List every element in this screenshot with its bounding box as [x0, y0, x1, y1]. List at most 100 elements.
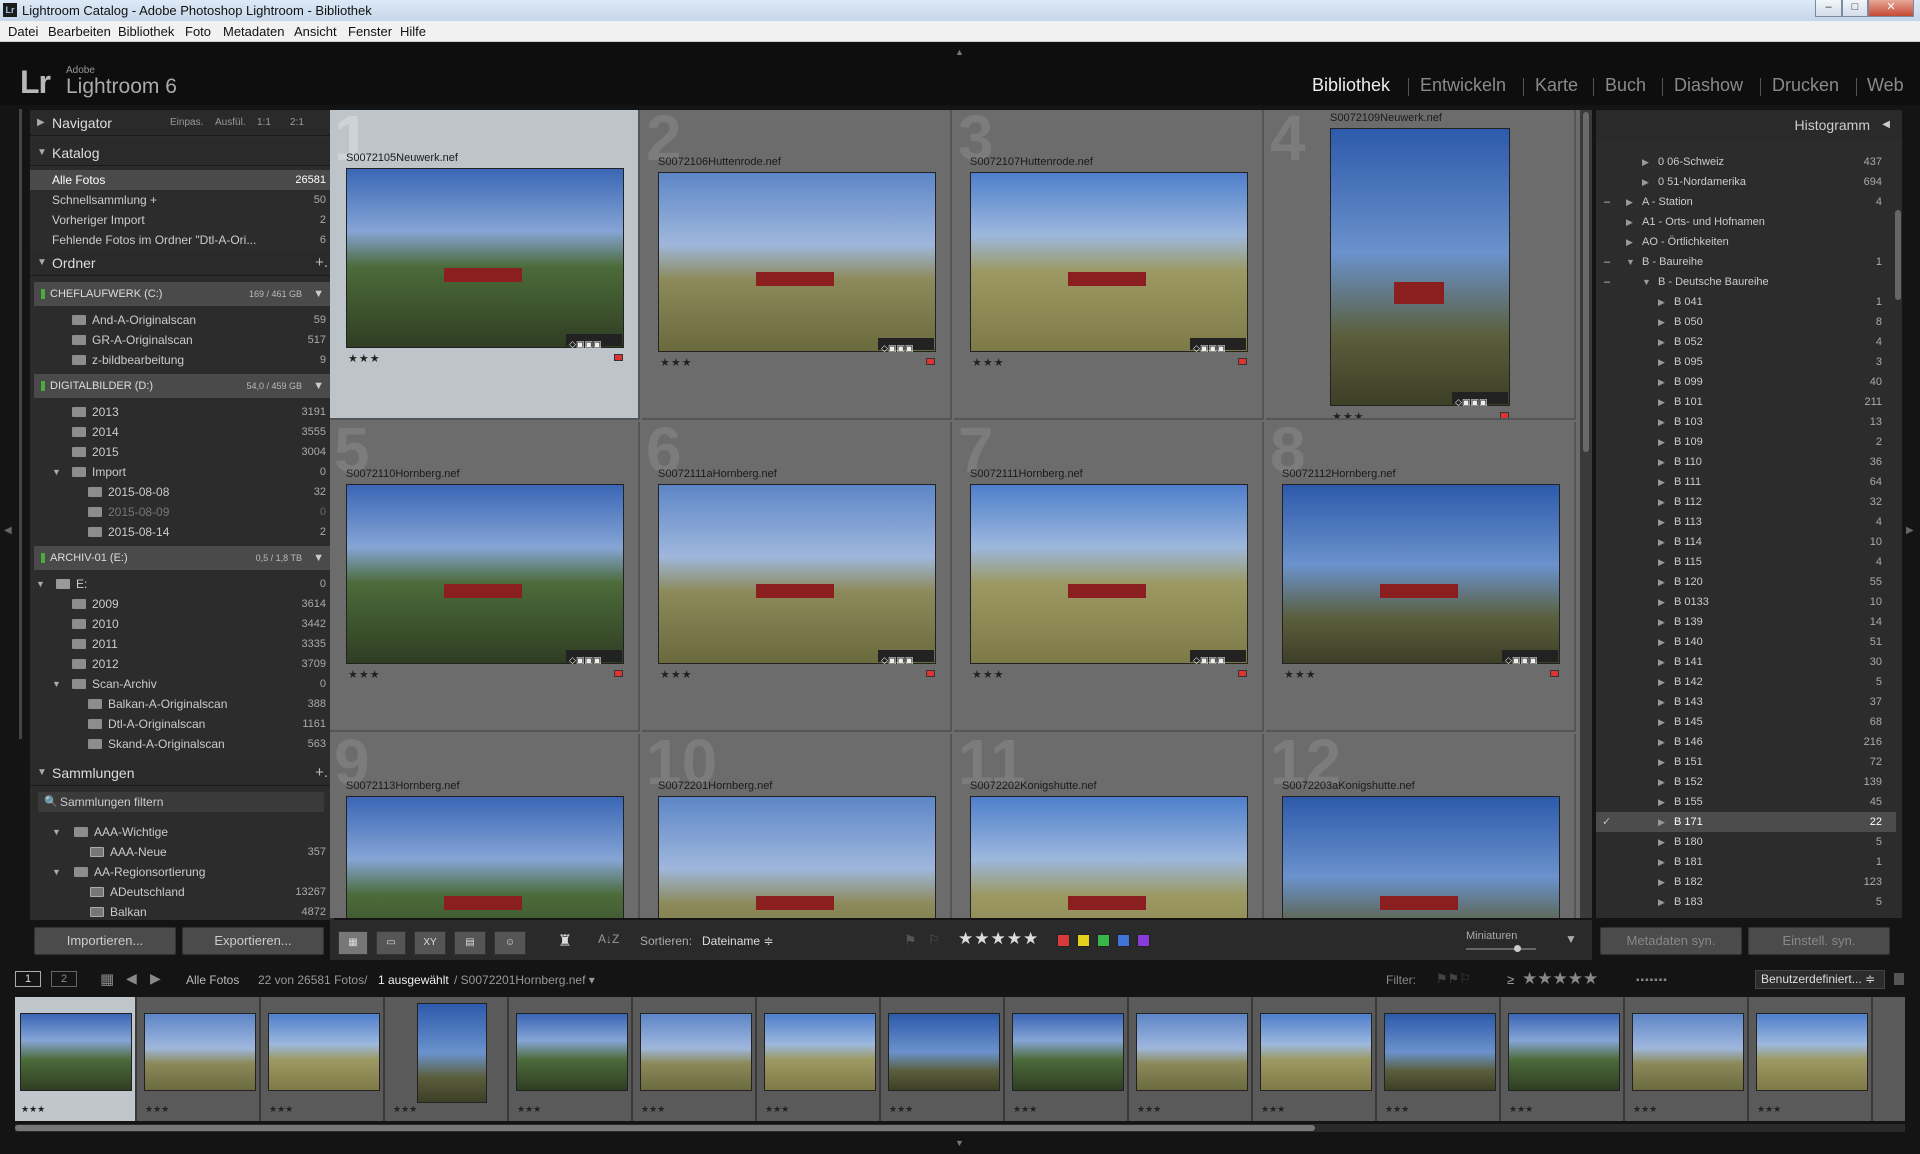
grid-cell[interactable]: 9S0072113Hornberg.nef◇▣▣▣ — [330, 734, 640, 918]
folder-item[interactable]: 2015-08-14 2 — [30, 522, 334, 542]
color-label-red[interactable] — [1057, 934, 1070, 947]
keyword-item[interactable]: ▶ B 181 1 — [1596, 852, 1896, 872]
filmstrip-photo[interactable] — [640, 1013, 752, 1091]
collapsed-triangle-icon[interactable]: ▶ — [1658, 412, 1665, 432]
window-1-button[interactable]: 1 — [15, 971, 41, 987]
cell-rating[interactable]: ★★★ — [1284, 668, 1317, 681]
sync-metadata-button[interactable]: Metadaten syn. — [1600, 927, 1742, 955]
filmstrip-photo[interactable] — [268, 1013, 380, 1091]
photo-thumbnail[interactable] — [658, 796, 936, 918]
catalog-header[interactable]: ▼ Katalog — [30, 140, 334, 166]
keyword-item[interactable]: ▶ B 110 36 — [1596, 452, 1896, 472]
collapsed-triangle-icon[interactable]: ▶ — [1658, 872, 1665, 892]
menu-foto[interactable]: Foto — [185, 21, 211, 42]
keyword-item[interactable]: ▶ B 052 4 — [1596, 332, 1896, 352]
keyword-item[interactable]: ▶ B 115 4 — [1596, 552, 1896, 572]
grid-cell[interactable]: 1 S0072105Neuwerk.nef ◇▣▣▣ ★★★ — [330, 110, 640, 420]
volume-header[interactable]: CHEFLAUFWERK (C:) 169 / 461 GB ▼ — [34, 282, 330, 306]
folder-item[interactable]: 2009 3614 — [30, 594, 334, 614]
folder-item[interactable]: 2015-08-09 0 — [30, 502, 334, 522]
expanded-triangle-icon[interactable]: ▼ — [52, 674, 61, 694]
thumbnail-badges[interactable]: ◇▣▣▣ — [566, 650, 622, 665]
folder-item[interactable]: ▼ E: 0 — [30, 574, 334, 594]
collapsed-triangle-icon[interactable]: ▶ — [1626, 212, 1633, 232]
grid-cell[interactable]: 7 S0072111Hornberg.nef ◇▣▣▣ ★★★ — [954, 422, 1264, 732]
filmstrip-thumbnail[interactable]: ★★★ — [1379, 997, 1501, 1121]
keyword-item[interactable]: ▶ AO - Örtlichkeiten — [1596, 232, 1896, 252]
collapsed-triangle-icon[interactable]: ▶ — [1658, 332, 1665, 352]
expanded-triangle-icon[interactable]: ▼ — [52, 462, 61, 482]
histogram-header[interactable]: Histogramm ◀ — [1596, 110, 1902, 140]
minus-icon[interactable]: – — [1604, 272, 1610, 292]
cell-rating[interactable]: ★★★ — [348, 352, 381, 365]
filter-lock-icon[interactable] — [1894, 973, 1904, 985]
module-karte[interactable]: Karte — [1535, 75, 1578, 96]
color-label-red-icon[interactable] — [614, 670, 623, 677]
nav-2-1[interactable]: 2:1 — [290, 110, 304, 136]
keyword-item[interactable]: ▶ A1 - Orts- und Hofnamen — [1596, 212, 1896, 232]
cell-rating[interactable]: ★★★ — [660, 668, 693, 681]
thumbnail-badges[interactable]: ◇▣▣▣ — [1190, 650, 1246, 665]
keyword-item[interactable]: ▶ B 183 5 — [1596, 892, 1896, 912]
cell-rating[interactable]: ★★★ — [972, 668, 1005, 681]
keyword-item[interactable]: ▶ 0 51-Nordamerika 694 — [1596, 172, 1896, 192]
collapsed-triangle-icon[interactable]: ▶ — [1658, 292, 1665, 312]
collapse-left-icon[interactable]: ◀ — [4, 525, 12, 536]
collapsed-triangle-icon[interactable]: ▶ — [1658, 732, 1665, 752]
menu-fenster[interactable]: Fenster — [348, 21, 392, 42]
slider-thumb[interactable] — [1514, 945, 1521, 952]
keyword-item[interactable]: ▶ B 155 45 — [1596, 792, 1896, 812]
filmstrip-photo[interactable] — [20, 1013, 132, 1091]
folder-item[interactable]: 2010 3442 — [30, 614, 334, 634]
collection-item[interactable]: ADeutschland 13267 — [30, 882, 334, 902]
filmstrip-source[interactable]: Alle Fotos — [186, 973, 239, 987]
navigator-header[interactable]: ▶ Navigator Einpas. Ausfül. 1:1 2:1 — [30, 110, 334, 136]
filmstrip-thumbnail[interactable]: ★★★ — [139, 997, 261, 1121]
expanded-triangle-icon[interactable]: ▼ — [52, 862, 61, 882]
grid-view-icon[interactable]: ▦ — [338, 931, 368, 955]
compare-view-icon[interactable]: XY — [414, 931, 446, 955]
grid-cell[interactable]: 2 S0072106Huttenrode.nef ◇▣▣▣ ★★★ — [642, 110, 952, 420]
grid-cell[interactable]: 3 S0072107Huttenrode.nef ◇▣▣▣ ★★★ — [954, 110, 1264, 420]
photo-thumbnail[interactable] — [1282, 796, 1560, 918]
color-label-red-icon[interactable] — [614, 354, 623, 361]
color-label-purple[interactable] — [1137, 934, 1150, 947]
grid-cell[interactable]: 8 S0072112Hornberg.nef ◇▣▣▣ ★★★ — [1266, 422, 1576, 732]
thumbnail-badges[interactable]: ◇▣▣▣ — [1452, 392, 1508, 407]
filmstrip-photo[interactable] — [1012, 1013, 1124, 1091]
spray-can-icon[interactable]: ♜ — [556, 931, 574, 955]
folder-item[interactable]: 2012 3709 — [30, 654, 334, 674]
photo-thumbnail[interactable] — [346, 484, 624, 664]
flag-reject-icon[interactable]: ⚐ — [928, 932, 940, 948]
folder-item[interactable]: 2013 3191 — [30, 402, 334, 422]
filmstrip-photo[interactable] — [516, 1013, 628, 1091]
import-button[interactable]: Importieren... — [34, 927, 176, 955]
catalog-item[interactable]: Alle Fotos 26581 — [30, 170, 334, 190]
filmstrip[interactable]: ★★★ ★★★ ★★★ ★★★ ★★★ ★★★ ★★★ ★★★ ★★★ ★★★ ★★★ ★★★ ★★★ ★… — [15, 997, 1905, 1121]
keyword-item[interactable]: ▶ B 151 72 — [1596, 752, 1896, 772]
keyword-item[interactable]: ▶ B 146 216 — [1596, 732, 1896, 752]
collections-header[interactable]: ▼ Sammlungen +. — [30, 760, 334, 786]
back-arrow-icon[interactable]: ◀ — [126, 970, 137, 987]
sort-direction-icon[interactable]: A↓Z — [598, 932, 619, 946]
keyword-item[interactable]: ▶ 0 06-Schweiz 437 — [1596, 152, 1896, 172]
collapsed-triangle-icon[interactable]: ▶ — [1658, 892, 1665, 912]
collapsed-triangle-icon[interactable]: ▶ — [1642, 152, 1649, 172]
nav-1-1[interactable]: 1:1 — [257, 110, 271, 136]
keyword-item[interactable]: ▶ B 050 8 — [1596, 312, 1896, 332]
filter-color-icons[interactable]: ▪▪▪▪▪▪▪ — [1636, 975, 1668, 986]
thumbnail-badges[interactable]: ◇▣▣▣ — [878, 650, 934, 665]
folder-item[interactable]: 2014 3555 — [30, 422, 334, 442]
keyword-item[interactable]: ▶ B 145 68 — [1596, 712, 1896, 732]
filmstrip-thumbnail[interactable]: ★★★ — [1503, 997, 1625, 1121]
collapsed-triangle-icon[interactable]: ▶ — [1658, 652, 1665, 672]
collapsed-triangle-icon[interactable]: ▶ — [1658, 632, 1665, 652]
collapsed-triangle-icon[interactable]: ▶ — [1658, 612, 1665, 632]
thumbnail-badges[interactable]: ◇▣▣▣ — [1190, 338, 1246, 353]
color-label-red-icon[interactable] — [1500, 412, 1509, 418]
rating-stars[interactable]: ★★★★★ — [958, 929, 1039, 949]
volume-menu-icon[interactable]: ▼ — [313, 374, 324, 398]
color-label-blue[interactable] — [1117, 934, 1130, 947]
grid-cell[interactable]: 10S0072201Hornberg.nef◇▣▣▣ — [642, 734, 952, 918]
sync-settings-button[interactable]: Einstell. syn. — [1748, 927, 1890, 955]
